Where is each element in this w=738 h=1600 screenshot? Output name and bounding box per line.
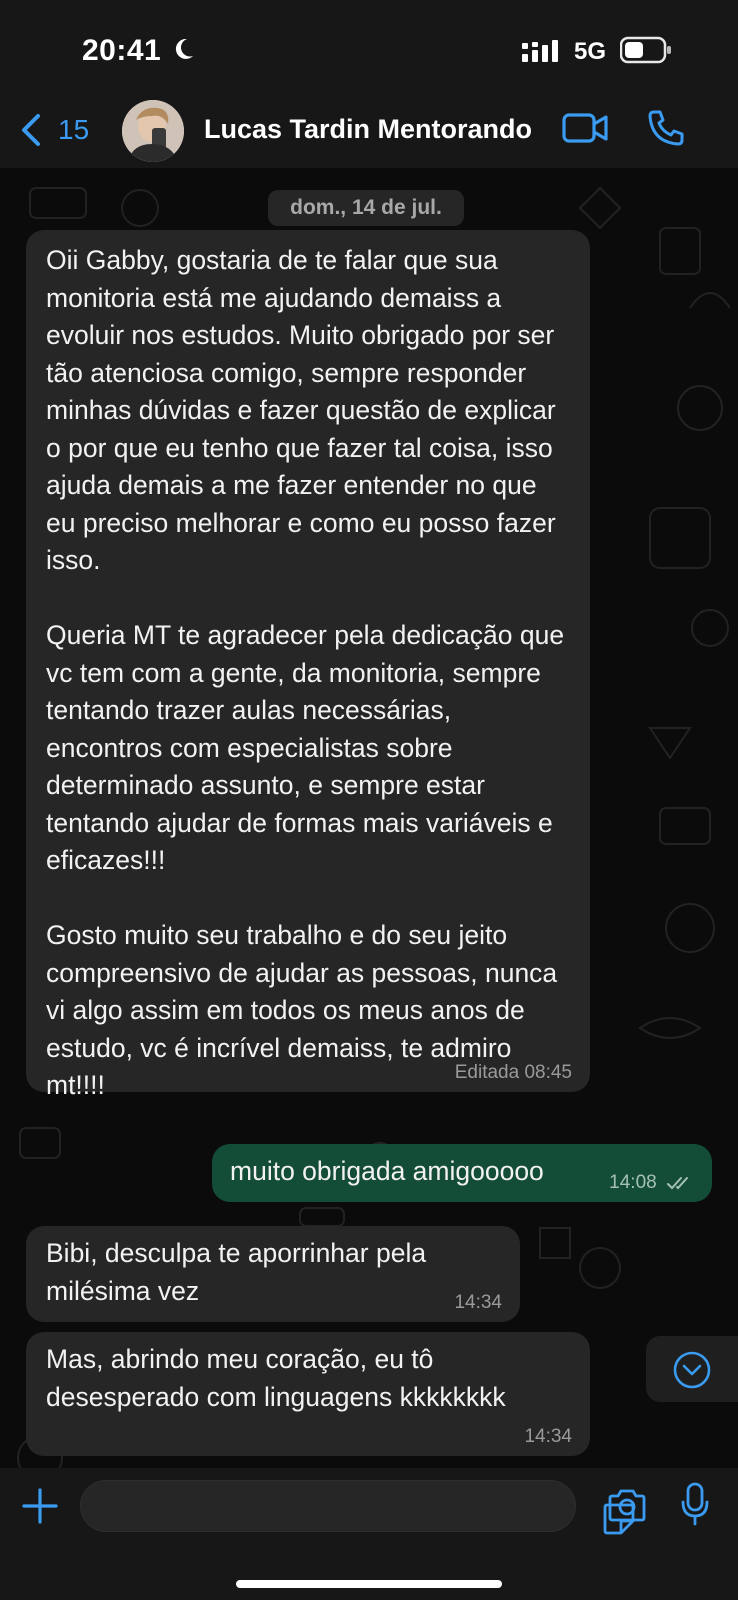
message-incoming[interactable]: Oii Gabby, gostaria de te falar que sua … — [26, 230, 590, 1100]
phone-call-icon[interactable] — [646, 108, 686, 148]
plus-icon[interactable] — [20, 1486, 60, 1526]
back-chevron-icon[interactable] — [18, 112, 46, 148]
message-composer — [0, 1468, 738, 1600]
message-meta: Editada 08:45 — [454, 1062, 572, 1083]
message-text: Mas, abrindo meu coração, eu tô desesper… — [46, 1344, 506, 1412]
status-bar: 20:41 5G — [0, 0, 738, 100]
contact-name[interactable]: Lucas Tardin Mentorando — [204, 114, 532, 145]
network-type: 5G — [574, 38, 607, 65]
message-time: 14:08 — [609, 1172, 657, 1193]
chat-thread[interactable]: dom., 14 de jul. Oii Gabby, gostaria de … — [0, 168, 738, 1468]
chat-header: 20:41 5G 15 Lucas Tardin Mentorando — [0, 0, 738, 168]
scroll-down-icon — [673, 1351, 711, 1389]
scroll-down-button[interactable] — [646, 1336, 738, 1402]
date-separator: dom., 14 de jul. — [268, 190, 464, 226]
message-outgoing[interactable]: muito obrigada amigooooo 14:08 — [212, 1144, 712, 1202]
chat-nav-bar: 15 Lucas Tardin Mentorando — [0, 96, 738, 166]
battery-icon — [620, 36, 671, 64]
message-input[interactable] — [97, 1481, 497, 1531]
home-indicator — [236, 1580, 502, 1588]
message-incoming[interactable]: Bibi, desculpa te aporrinhar pela milési… — [26, 1226, 520, 1322]
message-text: Bibi, desculpa te aporrinhar pela milési… — [46, 1238, 434, 1306]
message-meta-wrap: 14:08 — [609, 1172, 694, 1194]
contact-avatar[interactable] — [122, 100, 184, 162]
message-text: Oii Gabby, gostaria de te falar que sua … — [46, 245, 565, 1100]
status-time: 20:41 — [82, 34, 162, 67]
video-call-icon[interactable] — [562, 112, 608, 144]
message-meta: 14:34 — [454, 1292, 502, 1313]
back-unread-count[interactable]: 15 — [58, 114, 89, 146]
message-meta: 14:34 — [524, 1426, 572, 1447]
camera-icon[interactable] — [606, 1488, 648, 1524]
double-check-icon — [667, 1176, 688, 1190]
message-input-box[interactable] — [80, 1480, 635, 1535]
moon-icon — [175, 38, 193, 59]
microphone-icon[interactable] — [680, 1482, 710, 1528]
message-incoming[interactable]: Mas, abrindo meu coração, eu tô desesper… — [26, 1332, 590, 1456]
signal-icon — [522, 40, 558, 62]
